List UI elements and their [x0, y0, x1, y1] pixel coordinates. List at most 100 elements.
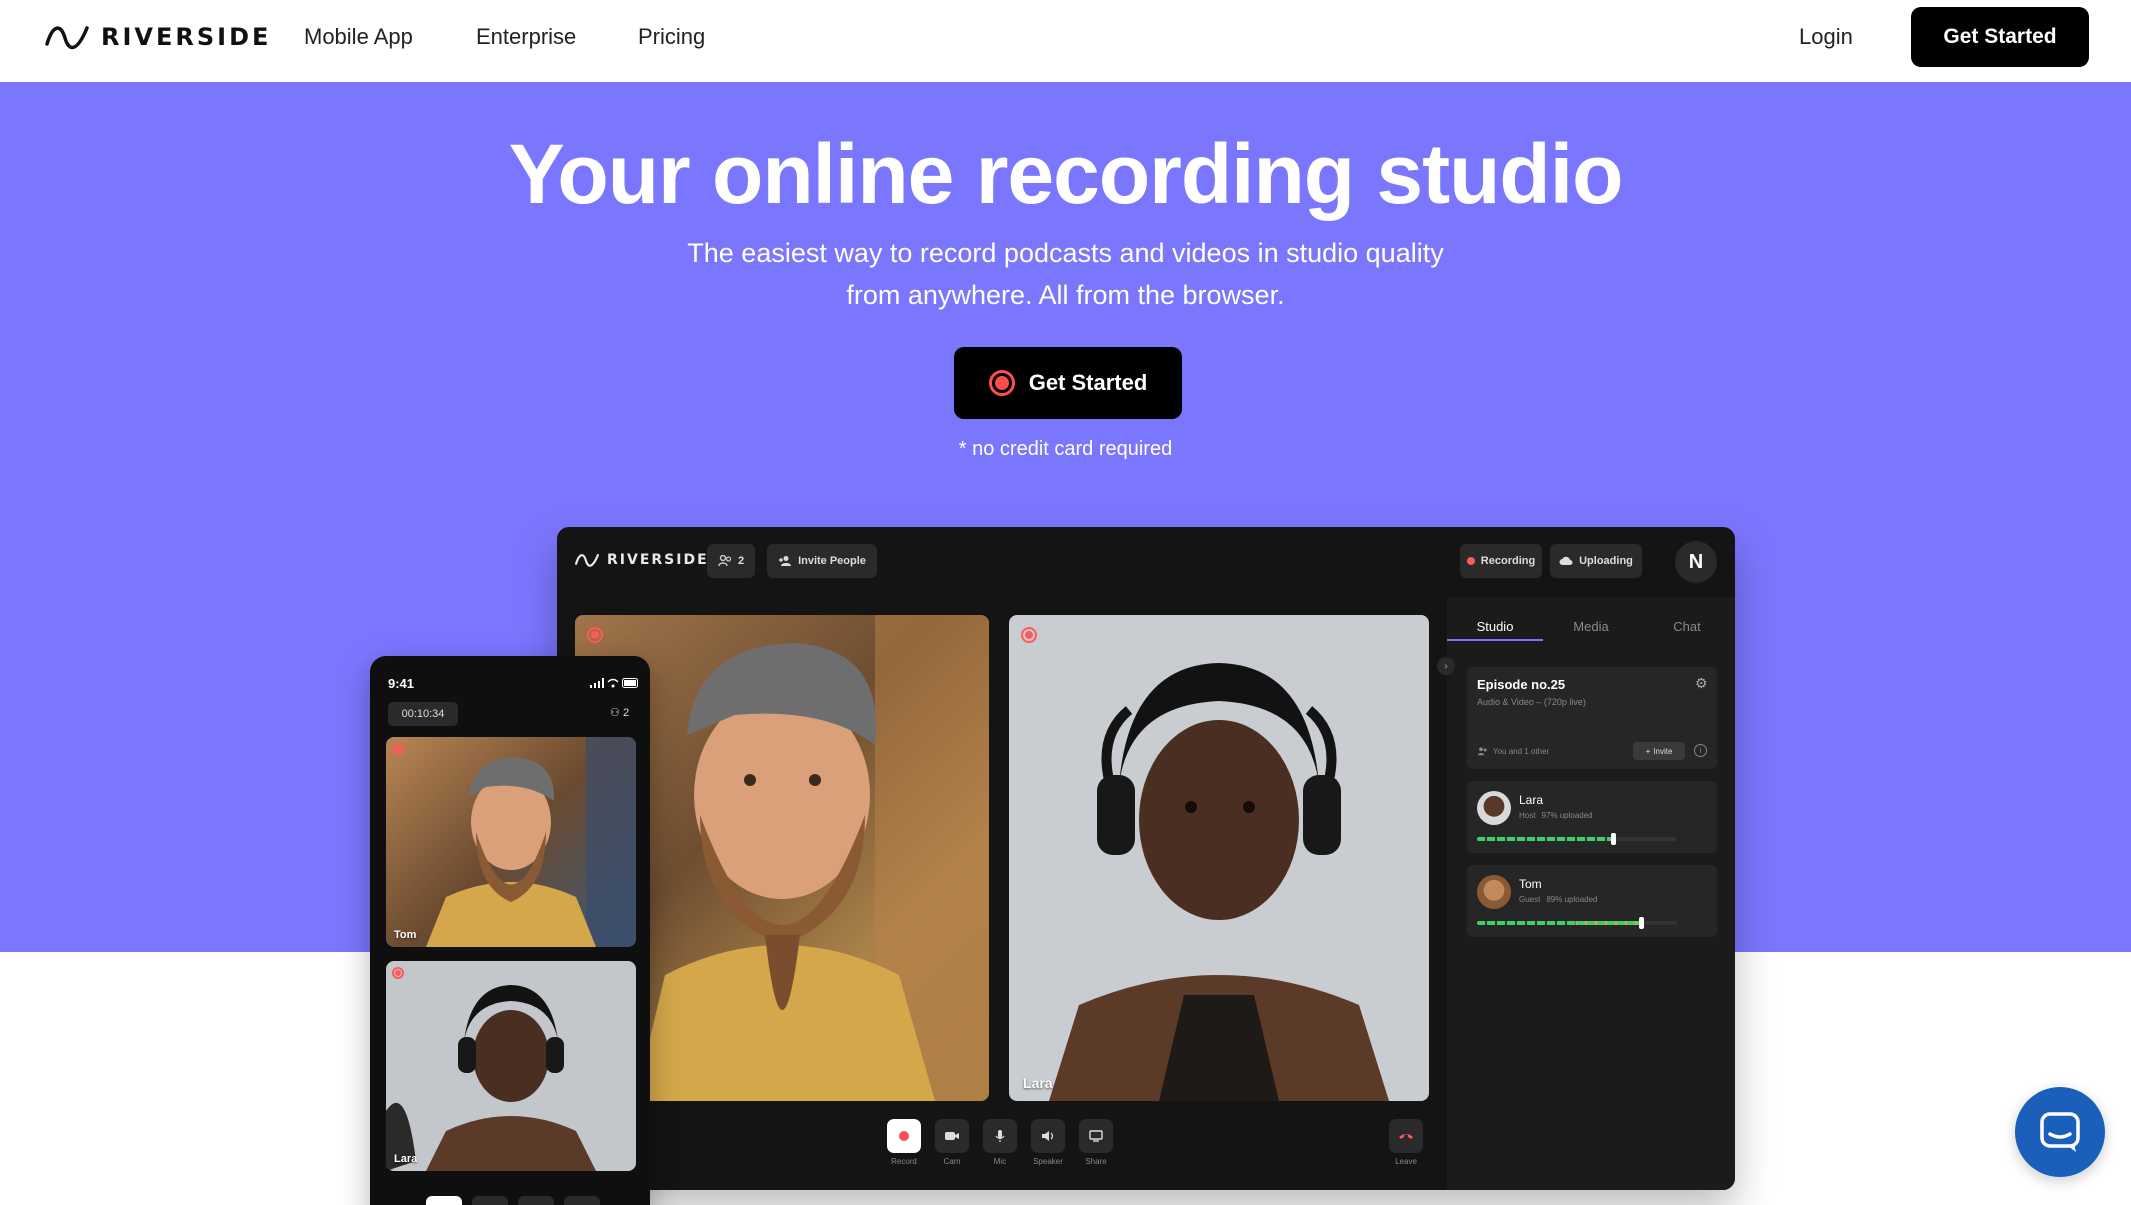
meter-knob[interactable] [1611, 833, 1616, 845]
hero-subtitle: The easiest way to record podcasts and v… [565, 232, 1566, 316]
cam-button[interactable] [935, 1119, 969, 1153]
leave-control[interactable]: Leave [1389, 1119, 1423, 1166]
mic-control[interactable]: Mic [983, 1119, 1017, 1166]
upload-status: 89% uploaded [1546, 895, 1598, 904]
studio-brand: RIVERSIDE [607, 552, 709, 568]
hero-title: Your online recording studio [508, 127, 1624, 221]
phone-mic-button[interactable] [518, 1196, 554, 1205]
host-portrait [1049, 663, 1389, 1101]
share-control[interactable]: Share [1079, 1119, 1113, 1166]
participant-name: Lara [1519, 793, 1544, 807]
record-icon [899, 1131, 909, 1141]
upload-meter [1477, 921, 1677, 925]
studio-side-panel: Studio Media Chat › Episode no.25 Audio … [1437, 597, 1735, 1190]
phone-tile-lara[interactable]: Lara [386, 961, 636, 1171]
hero-subtitle-line-2: from anywhere. All from the browser. [846, 280, 1285, 310]
phone-participants[interactable]: ⚇ 2 [610, 706, 629, 719]
hero-cta-label: Get Started [1028, 370, 1148, 395]
nav-link-enterprise[interactable]: Enterprise [476, 24, 576, 50]
participant-role: Guest [1519, 895, 1541, 904]
participant-meta: Host 97% uploaded [1519, 811, 1593, 820]
record-dot-icon [988, 370, 1015, 396]
cam-control[interactable]: Cam [935, 1119, 969, 1166]
hero-subtitle-line-1: The easiest way to record podcasts and v… [687, 238, 1444, 268]
phone-record-button[interactable] [426, 1196, 462, 1205]
host-portrait [386, 985, 596, 1171]
people-icon [718, 555, 732, 567]
tile-name-tom: Tom [394, 929, 417, 941]
tab-chat[interactable]: Chat [1639, 611, 1735, 641]
screen-share-icon [1089, 1130, 1103, 1142]
tile-recording-icon [1021, 627, 1037, 643]
share-button[interactable] [1079, 1119, 1113, 1153]
panel-invite-button[interactable]: + Invite [1633, 742, 1685, 760]
brand-name: RIVERSIDE [101, 23, 272, 51]
record-button[interactable] [887, 1119, 921, 1153]
leave-label: Leave [1395, 1157, 1417, 1166]
user-avatar[interactable]: N [1675, 541, 1717, 583]
phone-more-button[interactable] [564, 1196, 600, 1205]
people-icon [1478, 747, 1487, 756]
camera-icon [945, 1132, 959, 1140]
phone-status-icons [590, 678, 640, 688]
hero-get-started-button[interactable]: Get Started [954, 347, 1182, 419]
upload-status: 97% uploaded [1541, 811, 1593, 820]
hang-up-icon [1399, 1134, 1413, 1139]
brand-logo[interactable]: RIVERSIDE [45, 22, 271, 52]
settings-icon[interactable]: ⚙ [1695, 675, 1708, 692]
participant-card-tom: Tom Guest 89% uploaded [1467, 865, 1717, 937]
tab-media[interactable]: Media [1543, 611, 1639, 641]
phone-clock: 9:41 [388, 676, 415, 691]
phone-tile-tom[interactable]: Tom [386, 737, 636, 947]
participant-role: Host [1519, 811, 1536, 820]
recording-label: Recording [1480, 555, 1536, 567]
top-nav: RIVERSIDE Mobile App Enterprise Pricing … [0, 0, 2131, 82]
phone-controls [426, 1196, 600, 1205]
avatar [1477, 791, 1511, 825]
wifi-icon [607, 678, 619, 688]
speaker-icon [1042, 1131, 1054, 1141]
mic-button[interactable] [983, 1119, 1017, 1153]
phone-recording-timer: 00:10:34 [388, 702, 458, 726]
panel-tabs: Studio Media Chat [1447, 611, 1735, 641]
info-icon[interactable]: i [1694, 744, 1707, 757]
chat-icon [2040, 1112, 2080, 1152]
recording-status[interactable]: Recording [1460, 544, 1542, 578]
tile-name-lara: Lara [394, 1153, 418, 1165]
participant-meta: Guest 89% uploaded [1519, 895, 1598, 904]
participant-name: Tom [1519, 877, 1542, 891]
tile-recording-icon [392, 743, 404, 755]
speaker-label: Speaker [1033, 1157, 1063, 1166]
tab-studio[interactable]: Studio [1447, 611, 1543, 641]
support-chat-button[interactable] [2015, 1087, 2105, 1177]
record-label: Record [891, 1157, 917, 1166]
nav-get-started-button[interactable]: Get Started [1911, 7, 2089, 67]
participant-card-lara: Lara Host 97% uploaded [1467, 781, 1717, 853]
cloud-upload-icon [1559, 556, 1573, 565]
participants-summary: You and 1 other [1477, 747, 1549, 756]
meter-knob[interactable] [1639, 917, 1644, 929]
upload-meter [1477, 837, 1677, 841]
video-tile-lara[interactable]: Lara [1009, 615, 1429, 1101]
record-control[interactable]: Record [887, 1119, 921, 1166]
nav-link-mobile-app[interactable]: Mobile App [304, 24, 413, 50]
studio-topbar: RIVERSIDE 2 Invite People Recording Uplo… [557, 527, 1735, 597]
invite-people-button[interactable]: Invite People [767, 544, 877, 578]
participants-chip[interactable]: 2 [707, 544, 755, 578]
episode-title: Episode no.25 [1477, 677, 1566, 692]
cam-label: Cam [943, 1157, 961, 1166]
panel-collapse-icon[interactable]: › [1437, 657, 1455, 675]
mic-label: Mic [993, 1157, 1007, 1166]
episode-card: Episode no.25 Audio & Video – (720p live… [1467, 667, 1717, 769]
nav-link-pricing[interactable]: Pricing [638, 24, 705, 50]
phone-cam-button[interactable] [472, 1196, 508, 1205]
people-icon: ⚇ [610, 707, 620, 719]
speaker-control[interactable]: Speaker [1031, 1119, 1065, 1166]
panel-invite-label: Invite [1653, 746, 1673, 756]
speaker-button[interactable] [1031, 1119, 1065, 1153]
wave-logo-icon [45, 26, 89, 50]
leave-button[interactable] [1389, 1119, 1423, 1153]
uploading-status[interactable]: Uploading [1550, 544, 1642, 578]
login-link[interactable]: Login [1799, 24, 1853, 50]
battery-icon [622, 678, 638, 688]
